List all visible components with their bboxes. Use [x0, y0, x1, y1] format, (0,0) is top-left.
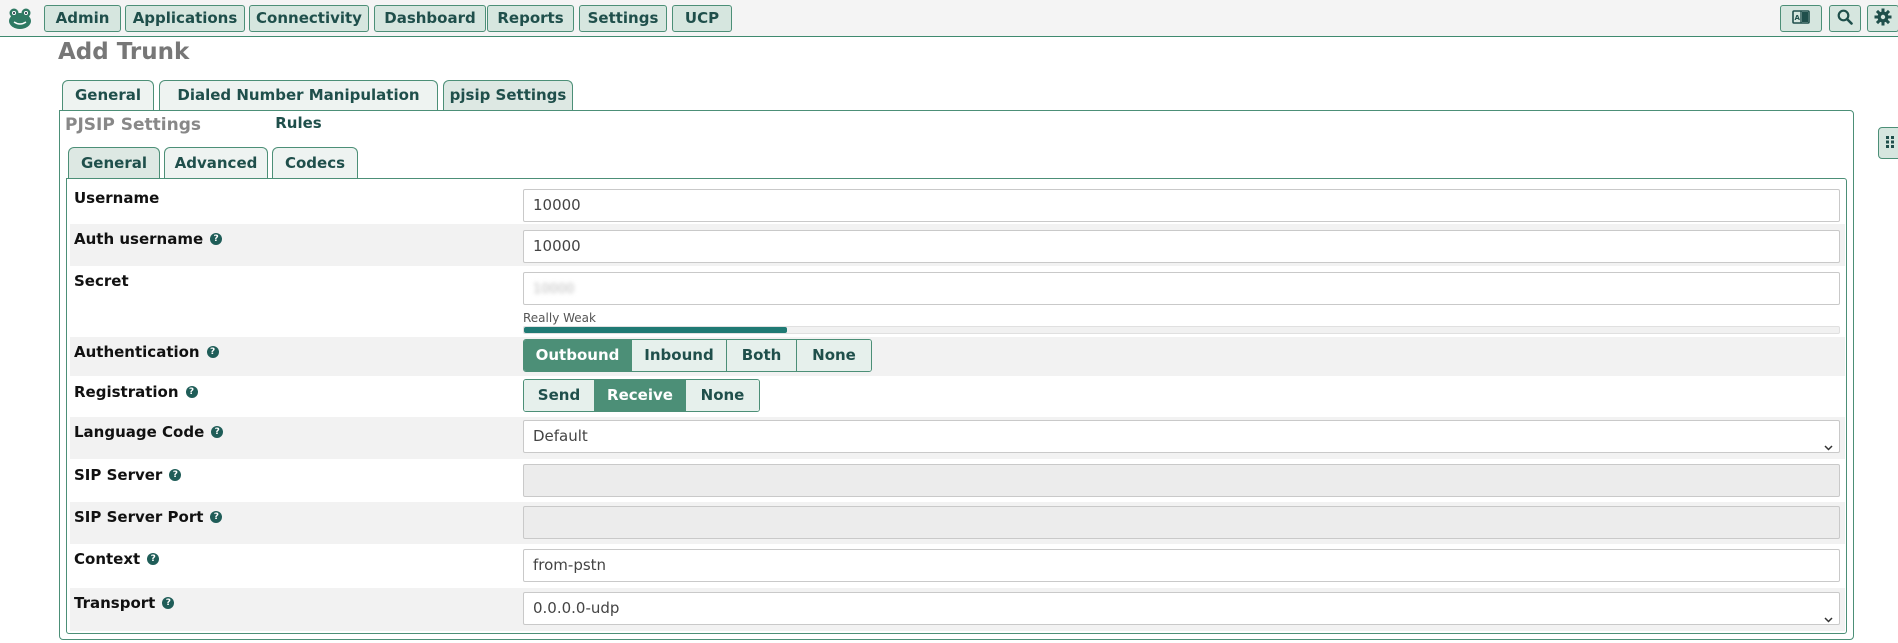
page-title: Add Trunk [58, 39, 190, 65]
subtab-codecs[interactable]: Codecs [272, 147, 358, 178]
search-icon [1837, 9, 1853, 29]
secret-label: Secret [74, 272, 129, 290]
auth-username-input[interactable]: 10000 [523, 230, 1840, 263]
help-icon[interactable]: ? [210, 233, 223, 245]
tab-pjsip-settings[interactable]: pjsip Settings [443, 80, 573, 111]
transport-value: 0.0.0.0-udp [533, 599, 620, 617]
registration-send-option[interactable]: Send [524, 380, 595, 411]
frog-logo-icon[interactable] [7, 5, 33, 31]
help-icon[interactable]: ? [162, 597, 175, 609]
sip-server-port-label: SIP Server Port ? [74, 508, 223, 526]
nav-dashboard-button[interactable]: Dashboard [374, 5, 486, 32]
nav-ucp-button[interactable]: UCP [672, 5, 732, 32]
svg-text:A: A [1795, 14, 1801, 22]
username-label: Username [74, 189, 160, 207]
language-code-select[interactable]: Default [523, 420, 1840, 453]
sip-server-input[interactable] [523, 464, 1840, 497]
nav-connectivity-button[interactable]: Connectivity [249, 5, 369, 32]
secret-value-obscured: 10000 [533, 282, 575, 297]
registration-label: Registration ? [74, 383, 198, 401]
authentication-inbound-option[interactable]: Inbound [632, 340, 727, 371]
transport-label: Transport ? [74, 594, 175, 612]
authentication-both-option[interactable]: Both [727, 340, 797, 371]
auth-username-label: Auth username ? [74, 230, 223, 248]
grid-icon [1885, 134, 1895, 153]
language-icon: A [1792, 9, 1810, 29]
username-input[interactable]: 10000 [523, 189, 1840, 222]
chevron-down-icon [1824, 432, 1833, 451]
help-icon[interactable]: ? [147, 553, 160, 565]
help-icon[interactable]: ? [210, 511, 223, 523]
form-row-registration: Registration ? [70, 377, 1845, 417]
chevron-down-icon [1824, 604, 1833, 623]
registration-toggle-group: Send Receive None [523, 379, 760, 412]
password-strength-label: Really Weak [523, 311, 596, 325]
nav-reports-button[interactable]: Reports [487, 5, 574, 32]
side-panel-handle[interactable] [1878, 127, 1898, 159]
language-button[interactable]: A [1780, 5, 1822, 32]
authentication-label: Authentication ? [74, 343, 219, 361]
subtab-general[interactable]: General [68, 147, 160, 179]
sip-server-port-input[interactable] [523, 506, 1840, 539]
subtab-advanced[interactable]: Advanced [164, 147, 268, 178]
help-icon[interactable]: ? [185, 386, 198, 398]
help-icon[interactable]: ? [206, 346, 219, 358]
settings-gear-button[interactable] [1867, 5, 1898, 32]
language-code-label: Language Code ? [74, 423, 224, 441]
gear-icon [1874, 8, 1892, 30]
top-navigation-bar: Admin Applications Connectivity Dashboar… [0, 0, 1898, 37]
authentication-outbound-option[interactable]: Outbound [524, 340, 632, 371]
help-icon[interactable]: ? [169, 469, 182, 481]
transport-select[interactable]: 0.0.0.0-udp [523, 592, 1840, 625]
registration-receive-option[interactable]: Receive [595, 380, 686, 411]
context-input[interactable]: from-pstn [523, 549, 1840, 582]
tab-general[interactable]: General [62, 80, 154, 110]
language-code-value: Default [533, 427, 588, 445]
registration-none-option[interactable]: None [686, 380, 759, 411]
password-strength-bar [523, 326, 1840, 334]
nav-applications-button[interactable]: Applications [125, 5, 245, 32]
panel-title: PJSIP Settings [65, 115, 201, 135]
help-icon[interactable]: ? [211, 426, 224, 438]
secret-input[interactable]: 10000 [523, 272, 1840, 305]
form-row-authentication: Authentication ? [70, 337, 1845, 376]
nav-admin-button[interactable]: Admin [44, 5, 121, 32]
nav-settings-button[interactable]: Settings [579, 5, 667, 32]
tab-dialed-number-manipulation-rules[interactable]: Dialed Number Manipulation Rules [159, 80, 438, 132]
password-strength-fill [524, 327, 787, 333]
authentication-none-option[interactable]: None [797, 340, 871, 371]
context-label: Context ? [74, 550, 160, 568]
authentication-toggle-group: Outbound Inbound Both None [523, 339, 872, 372]
sip-server-label: SIP Server ? [74, 466, 182, 484]
search-button[interactable] [1829, 5, 1861, 32]
